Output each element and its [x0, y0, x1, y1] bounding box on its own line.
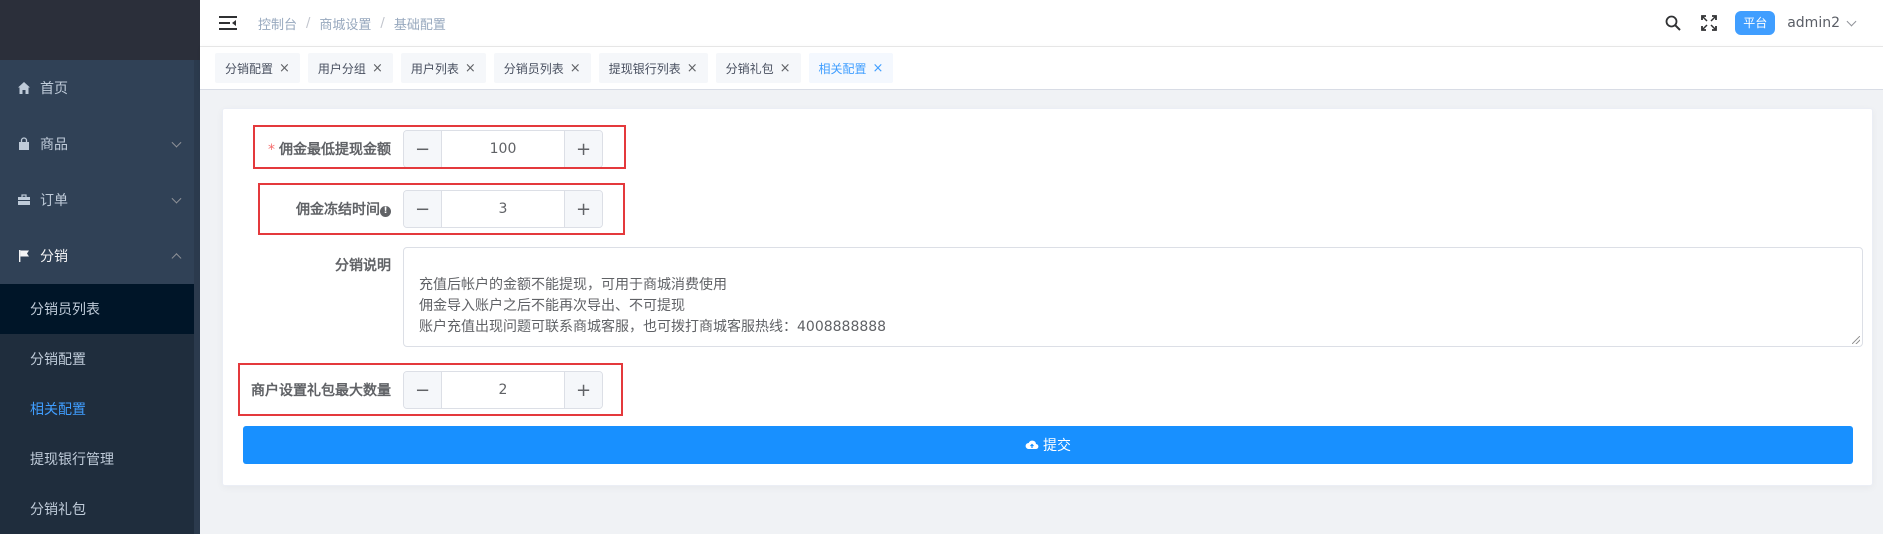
sidebar-subitem-distribution-config[interactable]: 分销配置: [0, 334, 200, 384]
tag-gift-pack[interactable]: 分销礼包 ×: [715, 53, 801, 83]
close-icon[interactable]: ×: [570, 61, 581, 76]
tag-label: 相关配置: [818, 61, 867, 76]
sidebar-subitem-label: 相关配置: [30, 402, 86, 418]
close-icon[interactable]: ×: [687, 61, 698, 76]
briefcase-icon: [16, 192, 32, 208]
navbar-right: 平台 admin2: [1663, 0, 1857, 46]
sidebar-subitem-label: 分销礼包: [30, 502, 86, 518]
highlight-box: [258, 183, 625, 235]
search-icon[interactable]: [1663, 13, 1683, 33]
tag-label: 分销员列表: [503, 61, 564, 76]
sidebar-item-label: 首页: [40, 81, 68, 97]
top-navbar: 控制台 / 商城设置 / 基础配置 平台 admin2: [200, 0, 1883, 46]
bag-icon: [16, 136, 32, 152]
description-text: 充值后帐户的金额不能提现，可用于商城消费使用 佣金导入账户之后不能再次导出、不可…: [419, 277, 887, 335]
platform-badge: 平台: [1735, 11, 1776, 35]
sidebar-subitem-bank-management[interactable]: 提现银行管理: [0, 434, 200, 484]
tag-distributor-list[interactable]: 分销员列表 ×: [493, 53, 591, 83]
sidebar-subitem-label: 分销员列表: [30, 302, 100, 318]
flag-icon: [16, 248, 32, 264]
chevron-up-icon: [171, 253, 182, 264]
tag-distribution-config[interactable]: 分销配置 ×: [215, 53, 300, 83]
resize-handle[interactable]: [1852, 336, 1860, 344]
chevron-down-icon: [171, 137, 182, 148]
sidebar-subitem-label: 分销配置: [30, 352, 86, 368]
sidebar-item-label: 商品: [40, 137, 68, 153]
close-icon[interactable]: ×: [465, 61, 476, 76]
tag-label: 提现银行列表: [608, 61, 681, 76]
sidebar-submenu: 分销员列表 分销配置 相关配置 提现银行管理 分销礼包: [0, 284, 200, 534]
highlight-box: [253, 125, 626, 169]
tag-label: 分销礼包: [725, 61, 774, 76]
cloud-upload-icon: [1025, 438, 1039, 452]
breadcrumb-item[interactable]: 商城设置: [319, 14, 371, 33]
sidebar-subitem-distributor-list[interactable]: 分销员列表: [0, 284, 200, 334]
submit-button[interactable]: 提交: [243, 426, 1853, 464]
tag-label: 分销配置: [225, 61, 274, 76]
breadcrumb-separator: /: [380, 15, 385, 31]
tag-user-list[interactable]: 用户列表 ×: [400, 53, 486, 83]
close-icon[interactable]: ×: [873, 61, 884, 76]
main-content: * 佣金最低提现金额 − 100 + 佣金冻结时间! − 3 + 分销说明 充值后…: [200, 90, 1883, 534]
sidebar-item-orders[interactable]: 订单: [0, 172, 200, 228]
sidebar-item-goods[interactable]: 商品: [0, 116, 200, 172]
home-icon: [16, 80, 32, 96]
breadcrumb-separator: /: [306, 15, 311, 31]
sidebar-item-label: 分销: [40, 249, 68, 265]
tag-withdraw-bank-list[interactable]: 提现银行列表 ×: [598, 53, 708, 83]
highlight-box: [238, 363, 623, 416]
tag-related-config[interactable]: 相关配置 ×: [808, 53, 894, 83]
sidebar-logo: [0, 0, 200, 60]
tags-view: 分销配置 × 用户分组 × 用户列表 × 分销员列表 × 提现银行列表 × 分销…: [200, 46, 1883, 90]
breadcrumb-item: 基础配置: [393, 17, 446, 33]
menu-fold-icon[interactable]: [218, 13, 238, 33]
sidebar-item-label: 订单: [40, 193, 68, 209]
close-icon[interactable]: ×: [279, 61, 290, 76]
description-textarea[interactable]: 充值后帐户的金额不能提现，可用于商城消费使用 佣金导入账户之后不能再次导出、不可…: [403, 247, 1863, 347]
sidebar-subitem-label: 提现银行管理: [30, 452, 114, 468]
tag-label: 用户分组: [317, 61, 366, 76]
user-dropdown[interactable]: admin2: [1787, 15, 1857, 31]
close-icon[interactable]: ×: [372, 61, 383, 76]
page-scrollbar[interactable]: [1877, 90, 1883, 534]
fullscreen-icon[interactable]: [1699, 13, 1719, 33]
description-label: 分销说明: [335, 258, 391, 274]
tag-user-group[interactable]: 用户分组 ×: [307, 53, 393, 83]
sidebar-item-distribution[interactable]: 分销: [0, 228, 200, 284]
sidebar-subitem-related-config[interactable]: 相关配置: [0, 384, 200, 434]
chevron-down-icon: [1846, 16, 1857, 26]
config-form-card: * 佣金最低提现金额 − 100 + 佣金冻结时间! − 3 + 分销说明 充值后…: [222, 108, 1873, 486]
sidebar-subitem-gift-pack[interactable]: 分销礼包: [0, 484, 200, 534]
user-name: admin2: [1787, 15, 1840, 31]
breadcrumb: 控制台 / 商城设置 / 基础配置: [258, 14, 446, 33]
form-row-description: 分销说明 充值后帐户的金额不能提现，可用于商城消费使用 佣金导入账户之后不能再次…: [223, 247, 1863, 347]
chevron-down-icon: [171, 193, 182, 204]
breadcrumb-item[interactable]: 控制台: [258, 14, 297, 33]
close-icon[interactable]: ×: [780, 61, 791, 76]
submit-label: 提交: [1043, 438, 1071, 454]
sidebar-item-home[interactable]: 首页: [0, 60, 200, 116]
sidebar: 首页 商品 订单 分销 分销员列表 分销配置 相关配置 提现银行管理 分销礼包: [0, 0, 200, 534]
tag-label: 用户列表: [410, 61, 459, 76]
